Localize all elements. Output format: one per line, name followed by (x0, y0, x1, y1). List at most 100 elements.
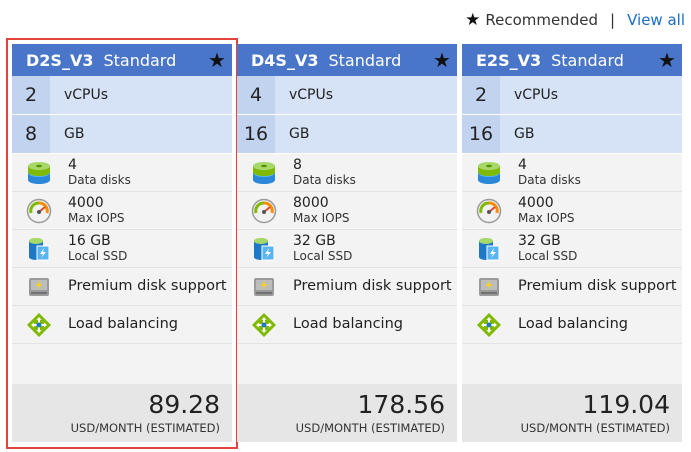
ram-row: 16 GB (462, 115, 682, 154)
star-icon[interactable]: ★ (656, 49, 678, 71)
local-ssd-value: 16 GB (68, 232, 111, 249)
vm-sku-name: D4S_V3 (251, 50, 319, 70)
ram-amount: 16 (237, 115, 275, 153)
view-all-link[interactable]: View all (627, 11, 685, 29)
max-iops-label: Max IOPS (293, 210, 350, 225)
load-balancing-label: Load balancing (293, 316, 403, 332)
vcpu-row: 2 vCPUs (462, 76, 682, 115)
max-iops-value: 4000 (518, 194, 554, 211)
vm-size-card-d2s-v3[interactable]: D2S_V3 Standard ★ 2 vCPUs 8 GB 4 Data di… (6, 38, 238, 449)
max-iops-row: 4000 Max IOPS (12, 192, 232, 230)
local-ssd-label: Local SSD (293, 248, 353, 263)
premium-disk-label: Premium disk support (68, 278, 227, 294)
ram-row: 16 GB (237, 115, 457, 154)
price-amount: 89.28 (148, 390, 220, 419)
load-balancing-label: Load balancing (68, 316, 178, 332)
data-disks-label: Data disks (518, 172, 581, 187)
local-ssd-label: Local SSD (518, 248, 578, 263)
data-disks-value: 4 (68, 156, 77, 173)
local-ssd-row: 16 GB Local SSD (12, 230, 232, 268)
premium-disk-row: Premium disk support (462, 268, 682, 306)
data-disks-label: Data disks (293, 172, 356, 187)
gauge-icon (251, 198, 277, 223)
vcpu-count: 4 (237, 76, 275, 114)
data-disks-icon (28, 161, 50, 184)
premium-disk-icon (479, 277, 499, 296)
ram-label: GB (514, 126, 535, 142)
local-ssd-label: Local SSD (68, 248, 128, 263)
load-balancing-icon (27, 312, 51, 337)
load-balancing-row: Load balancing (462, 306, 682, 344)
gauge-icon (26, 198, 52, 223)
max-iops-value: 4000 (68, 194, 104, 211)
premium-disk-row: Premium disk support (237, 268, 457, 306)
data-disks-value: 4 (518, 156, 527, 173)
recommended-label: Recommended (485, 11, 599, 29)
data-disks-row: 4 Data disks (462, 154, 682, 192)
ram-row: 8 GB (12, 115, 232, 154)
vcpu-label: vCPUs (64, 87, 109, 103)
ram-amount: 8 (12, 115, 50, 153)
premium-disk-row: Premium disk support (12, 268, 232, 306)
vcpu-row: 2 vCPUs (12, 76, 232, 115)
max-iops-label: Max IOPS (68, 210, 125, 225)
card-header: E2S_V3 Standard ★ (462, 44, 682, 76)
star-icon[interactable]: ★ (206, 49, 228, 71)
data-disks-icon (478, 161, 500, 184)
premium-disk-icon (254, 277, 274, 296)
price-amount: 178.56 (357, 390, 445, 419)
price-unit: USD/MONTH (ESTIMATED) (295, 421, 445, 435)
price-unit: USD/MONTH (ESTIMATED) (520, 421, 670, 435)
premium-disk-label: Premium disk support (293, 278, 452, 294)
price-unit: USD/MONTH (ESTIMATED) (70, 421, 220, 435)
vcpu-label: vCPUs (289, 87, 334, 103)
ram-label: GB (289, 126, 310, 142)
vcpu-count: 2 (462, 76, 500, 114)
price-amount: 119.04 (582, 390, 670, 419)
vm-tier: Standard (103, 50, 177, 70)
local-ssd-icon (29, 237, 50, 260)
data-disks-row: 4 Data disks (12, 154, 232, 192)
local-ssd-icon (479, 237, 500, 260)
data-disks-label: Data disks (68, 172, 131, 187)
local-ssd-icon (254, 237, 275, 260)
vcpu-row: 4 vCPUs (237, 76, 457, 115)
vm-sku-name: D2S_V3 (26, 50, 94, 70)
ram-amount: 16 (462, 115, 500, 153)
star-icon[interactable]: ★ (431, 49, 453, 71)
vm-sku-name: E2S_V3 (476, 50, 542, 70)
max-iops-value: 8000 (293, 194, 329, 211)
card-header: D4S_V3 Standard ★ (237, 44, 457, 76)
star-icon: ★ (465, 10, 481, 30)
max-iops-row: 8000 Max IOPS (237, 192, 457, 230)
legend-bar: ★ Recommended | View all (465, 8, 685, 32)
max-iops-row: 4000 Max IOPS (462, 192, 682, 230)
ram-label: GB (64, 126, 85, 142)
load-balancing-label: Load balancing (518, 316, 628, 332)
vcpu-count: 2 (12, 76, 50, 114)
price-panel: 119.04 USD/MONTH (ESTIMATED) (462, 384, 682, 442)
vm-size-card-e2s-v3[interactable]: E2S_V3 Standard ★ 2 vCPUs 16 GB 4 Data d… (462, 44, 682, 442)
premium-disk-label: Premium disk support (518, 278, 677, 294)
local-ssd-row: 32 GB Local SSD (237, 230, 457, 268)
max-iops-label: Max IOPS (518, 210, 575, 225)
load-balancing-icon (252, 312, 276, 337)
load-balancing-row: Load balancing (237, 306, 457, 344)
gauge-icon (476, 198, 502, 223)
vcpu-label: vCPUs (514, 87, 559, 103)
load-balancing-row: Load balancing (12, 306, 232, 344)
local-ssd-value: 32 GB (293, 232, 336, 249)
local-ssd-row: 32 GB Local SSD (462, 230, 682, 268)
price-panel: 178.56 USD/MONTH (ESTIMATED) (237, 384, 457, 442)
price-panel: 89.28 USD/MONTH (ESTIMATED) (12, 384, 232, 442)
vm-size-card-d4s-v3[interactable]: D4S_V3 Standard ★ 4 vCPUs 16 GB 8 Data d… (237, 44, 457, 442)
local-ssd-value: 32 GB (518, 232, 561, 249)
data-disks-value: 8 (293, 156, 302, 173)
vm-tier: Standard (551, 50, 624, 70)
data-disks-row: 8 Data disks (237, 154, 457, 192)
card-header: D2S_V3 Standard ★ (12, 44, 232, 76)
premium-disk-icon (29, 277, 49, 296)
load-balancing-icon (477, 312, 501, 337)
data-disks-icon (253, 161, 275, 184)
separator: | (610, 11, 616, 29)
